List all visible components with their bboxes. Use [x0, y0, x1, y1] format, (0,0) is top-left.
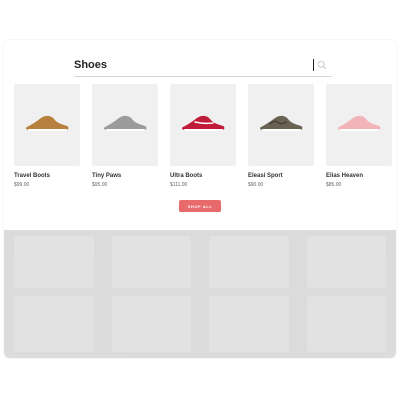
product-price: $95.00 [92, 181, 108, 188]
product-image[interactable] [326, 84, 392, 166]
shoe-icon [335, 112, 383, 139]
shoe-icon [101, 112, 149, 139]
product-price: $90.00 [248, 181, 264, 188]
product-image[interactable] [92, 84, 158, 166]
product-price: $111.00 [170, 181, 188, 188]
shop-all-label: SHOP ALL [187, 203, 213, 209]
product-image[interactable] [14, 84, 80, 166]
placeholder-card [209, 296, 289, 352]
placeholder-card [14, 236, 94, 288]
product-name: Tiny Paws [92, 173, 122, 179]
product-image[interactable] [170, 84, 236, 166]
placeholder-row [14, 236, 386, 288]
search-icon[interactable] [314, 57, 330, 73]
search-input[interactable] [74, 59, 312, 71]
product-card[interactable]: Elias Heaven $85.00 [326, 84, 392, 194]
product-card[interactable]: Travel Boots $99.00 [14, 84, 80, 194]
search-panel: Travel Boots $99.00 Tiny Paws $95.00 [4, 40, 396, 230]
search-bar[interactable] [74, 54, 332, 77]
shoe-icon [257, 112, 305, 139]
product-name: Travel Boots [14, 173, 51, 179]
product-card[interactable]: Tiny Paws $95.00 [92, 84, 158, 194]
placeholder-card [306, 296, 386, 352]
product-price: $85.00 [326, 181, 342, 188]
placeholder-card [209, 236, 289, 288]
product-name: Ultra Boots [170, 173, 203, 179]
placeholder-card [111, 236, 191, 288]
product-price: $99.00 [14, 181, 30, 188]
product-name: Elias Heaven [326, 173, 364, 179]
product-name: Eleasi Sport [248, 173, 283, 179]
shoe-icon [179, 112, 227, 139]
product-card[interactable]: Eleasi Sport $90.00 [248, 84, 314, 194]
shoe-icon [23, 112, 71, 139]
background-content [4, 230, 396, 358]
shop-all-button[interactable]: SHOP ALL [179, 200, 221, 212]
product-list: Travel Boots $99.00 Tiny Paws $95.00 Ult… [14, 84, 394, 194]
placeholder-card [111, 296, 191, 352]
placeholder-row [14, 296, 386, 352]
placeholder-card [306, 236, 386, 288]
product-card[interactable]: Ultra Boots $111.00 [170, 84, 236, 194]
placeholder-card [14, 296, 94, 352]
product-image[interactable] [248, 84, 314, 166]
app-frame: Travel Boots $99.00 Tiny Paws $95.00 [4, 40, 396, 358]
